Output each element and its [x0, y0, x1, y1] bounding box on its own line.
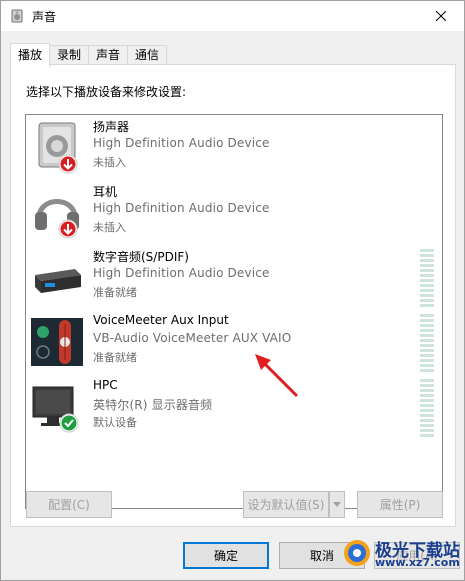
device-status: 准备就绪 — [93, 351, 137, 364]
instruction-text: 选择以下播放设备来修改设置: — [26, 85, 187, 99]
device-item-speaker[interactable]: 扬声器 High Definition Audio Device 未插入 — [26, 115, 442, 179]
device-name: 数字音频(S/PDIF) — [93, 250, 189, 264]
device-name: HPC — [93, 378, 118, 392]
configure-button[interactable]: 配置(C) — [26, 491, 112, 518]
ok-button[interactable]: 确定 — [183, 542, 269, 569]
device-name: VoiceMeeter Aux Input — [93, 313, 229, 327]
window-title: 声音 — [32, 10, 57, 24]
watermark: 极光下载站 www.xz7.com — [342, 534, 460, 574]
device-item-headphones[interactable]: 耳机 High Definition Audio Device 未插入 — [26, 180, 442, 244]
watermark-logo-icon — [344, 540, 370, 566]
device-item-voicemeeter[interactable]: VoiceMeeter Aux Input VB-Audio VoiceMeet… — [26, 310, 442, 374]
device-status: 准备就绪 — [93, 286, 137, 299]
device-description: High Definition Audio Device — [93, 136, 270, 150]
speaker-app-icon — [11, 9, 23, 23]
device-description: VB-Audio VoiceMeeter AUX VAIO — [93, 331, 292, 345]
properties-button[interactable]: 属性(P) — [357, 491, 443, 518]
monitor-icon — [32, 386, 79, 433]
tab-sounds[interactable]: 声音 — [88, 45, 129, 66]
volume-meter — [420, 379, 434, 437]
set-default-button[interactable]: 设为默认值(S) — [243, 491, 329, 518]
device-status: 未插入 — [93, 221, 126, 234]
close-icon — [436, 11, 446, 21]
playback-panel: 选择以下播放设备来修改设置: 扬声器 High Definition Audio… — [10, 64, 456, 527]
device-description: High Definition Audio Device — [93, 201, 270, 215]
headphones-icon — [35, 199, 79, 239]
volume-meter — [420, 249, 434, 307]
sound-dialog: 声音 播放 录制 声音 通信 选择以下播放设备来修改设置: 扬声器 High D… — [0, 0, 465, 581]
device-status: 未插入 — [93, 156, 126, 169]
watermark-url: www.xz7.com — [375, 556, 460, 569]
voicemeeter-icon — [31, 318, 83, 366]
device-name: 扬声器 — [93, 120, 130, 134]
close-button[interactable] — [418, 1, 464, 31]
set-default-dropdown[interactable] — [329, 491, 345, 518]
device-name: 耳机 — [93, 185, 118, 199]
tab-strip: 播放 录制 声音 通信 — [10, 43, 168, 67]
spdif-receiver-icon — [35, 269, 81, 293]
device-description: 英特尔(R) 显示器音频 — [93, 398, 213, 412]
tab-communications[interactable]: 通信 — [127, 45, 168, 66]
tab-playback[interactable]: 播放 — [10, 43, 51, 67]
volume-meter — [420, 314, 434, 372]
chevron-down-icon — [333, 502, 341, 507]
device-status: 默认设备 — [93, 416, 137, 429]
device-list[interactable]: 扬声器 High Definition Audio Device 未插入 耳机 … — [25, 114, 443, 509]
tab-recording[interactable]: 录制 — [49, 45, 90, 66]
device-description: High Definition Audio Device — [93, 266, 270, 280]
speaker-icon — [38, 122, 78, 174]
device-item-spdif[interactable]: 数字音频(S/PDIF) High Definition Audio Devic… — [26, 245, 442, 309]
device-item-hpc[interactable]: HPC 英特尔(R) 显示器音频 默认设备 — [26, 375, 442, 439]
title-bar: 声音 — [1, 1, 464, 31]
